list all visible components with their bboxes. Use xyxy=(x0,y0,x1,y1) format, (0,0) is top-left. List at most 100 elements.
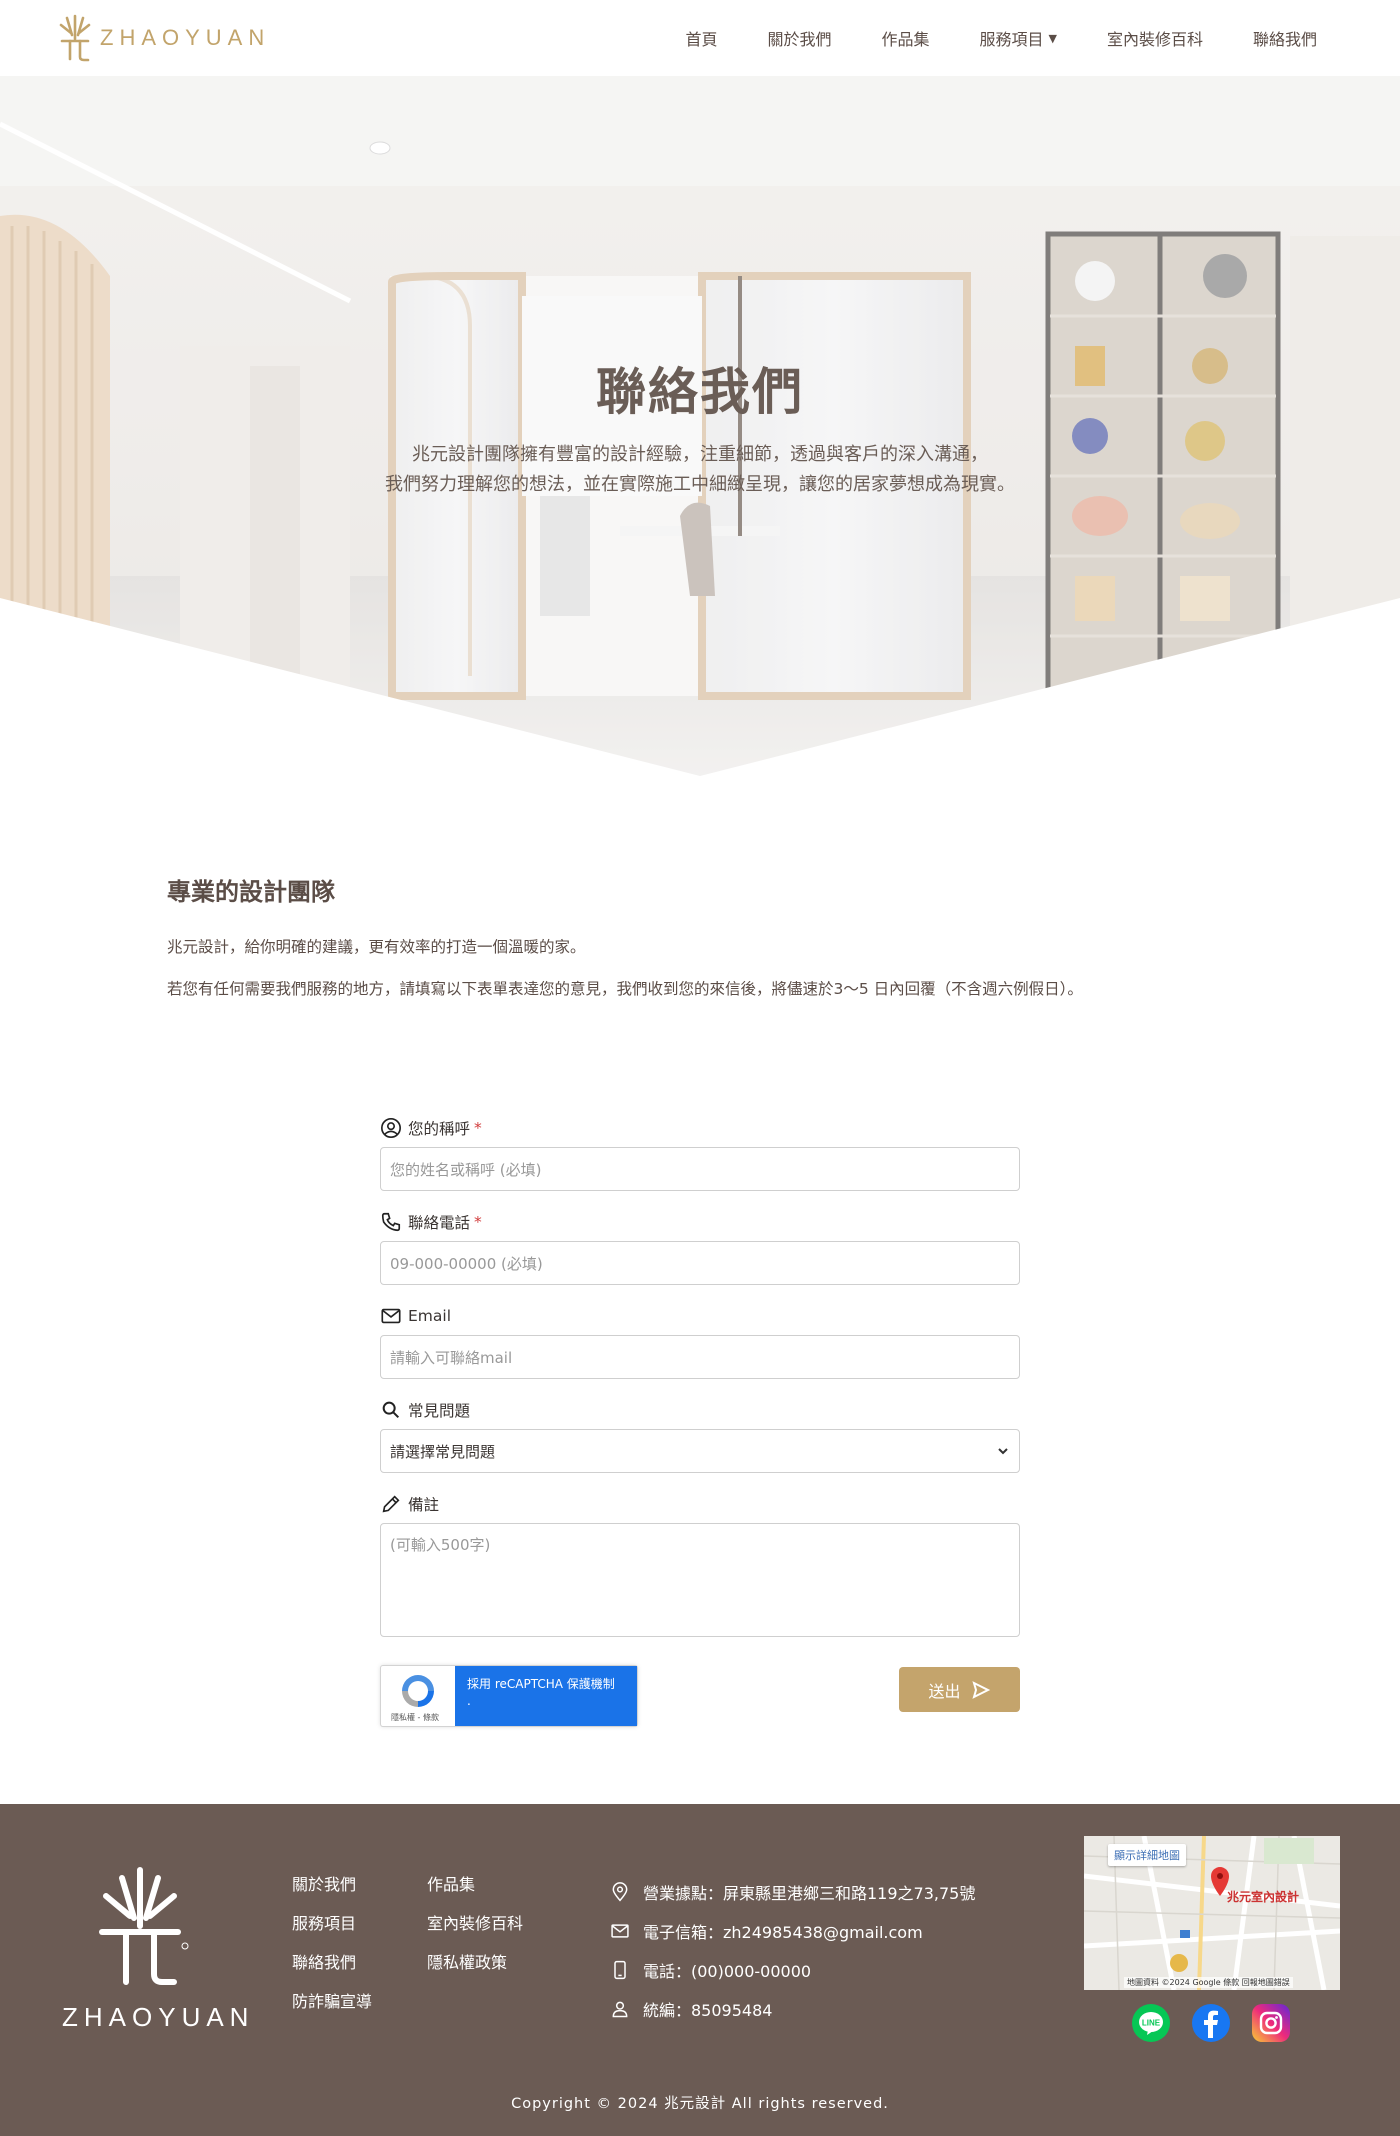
email-input[interactable]: 請輸入可聯絡mail xyxy=(380,1335,1020,1379)
facebook-icon[interactable] xyxy=(1192,2004,1230,2042)
intro-paragraph-1: 兆元設計，給你明確的建議，更有效率的打造一個溫暖的家。 xyxy=(167,938,586,956)
send-icon xyxy=(971,1680,990,1699)
mail-icon xyxy=(611,1923,629,1938)
note-label: 備註 xyxy=(380,1491,1020,1517)
site-footer: ZHAOYUAN 關於我們 服務項目 聯絡我們 防詐騙宣導 作品集 室內裝修百科… xyxy=(0,1804,1400,2136)
intro-heading: 專業的設計團隊 xyxy=(167,878,335,906)
footer-logo[interactable]: ZHAOYUAN xyxy=(62,1864,255,2033)
recaptcha-text-label: 採用 reCAPTCHA 保護機制 xyxy=(467,1677,615,1691)
hero-banner: 聯絡我們 兆元設計團隊擁有豐富的設計經驗，注重細節，透過與客戶的深入溝通， 我們… xyxy=(0,76,1400,776)
nav-label: 首頁 xyxy=(685,30,718,49)
name-placeholder: 您的姓名或稱呼 (必填) xyxy=(390,1160,542,1179)
footer-link-services[interactable]: 服務項目 xyxy=(292,1911,372,1950)
submit-label: 送出 xyxy=(928,1681,961,1701)
facebook-logo xyxy=(1204,2010,1218,2038)
search-icon xyxy=(382,1401,400,1419)
site-header: ZHAOYUAN 首頁 關於我們 作品集 服務項目 ▼ 室內裝修百科 聯絡我們 xyxy=(0,0,1400,76)
email-text[interactable]: 電子信箱：zh24985438@gmail.com xyxy=(643,1919,923,1943)
phone-text: 電話：(00)000-00000 xyxy=(643,1961,812,1981)
hero-subtitle: 兆元設計團隊擁有豐富的設計經驗，注重細節，透過與客戶的深入溝通， 我們努力理解您… xyxy=(0,440,1400,500)
footer-link-encyclopedia[interactable]: 室內裝修百科 xyxy=(427,1911,523,1950)
intro-paragraph-2: 若您有任何需要我們服務的地方，請填寫以下表單表達您的意見，我們收到您的來信後，將… xyxy=(167,980,1083,998)
name-label: 您的稱呼 * xyxy=(380,1115,1020,1141)
tax-id-text: 統編：85095484 xyxy=(643,2000,773,2020)
instagram-logo xyxy=(1259,2011,1283,2035)
nav-services[interactable]: 服務項目 ▼ xyxy=(954,26,1081,50)
location-pin-icon xyxy=(612,1881,628,1901)
zhaoyuan-logo-mark-icon xyxy=(99,1867,189,1985)
page-title: 聯絡我們 xyxy=(596,363,804,421)
nav-label: 室內裝修百科 xyxy=(1106,30,1203,49)
faq-selected-value: 請選擇常見問題 xyxy=(390,1442,496,1461)
form-actions: 隱私權 - 條款 採用 reCAPTCHA 保護機制. 送出 xyxy=(380,1655,1020,1735)
line-logo: LINE xyxy=(1139,2012,1163,2035)
intro-section: 專業的設計團隊 兆元設計，給你明確的建議，更有效率的打造一個溫暖的家。 若您有任… xyxy=(167,872,1233,1019)
user-circle-icon xyxy=(381,1118,401,1138)
recaptcha-icon xyxy=(402,1675,434,1707)
nav-about[interactable]: 關於我們 xyxy=(742,26,856,50)
phone-label-text: 聯絡電話 xyxy=(408,1214,471,1232)
zhaoyuan-logo-mark-icon xyxy=(59,14,91,62)
required-mark: * xyxy=(474,1119,482,1137)
social-links: LINE xyxy=(1132,2004,1290,2042)
nav-label: 聯絡我們 xyxy=(1252,30,1317,49)
mobile-phone-icon xyxy=(614,1960,626,1979)
footer-email: 電子信箱：zh24985438@gmail.com xyxy=(610,1911,975,1950)
google-map[interactable]: 顯示詳細地圖 兆元室內設計 地圖資料 ©2024 Google 條款 回報地圖錯… xyxy=(1084,1836,1340,1990)
address-text: 營業據點：屏東縣里港鄉三和路119之73,75號 xyxy=(643,1883,976,1903)
site-logo[interactable]: ZHAOYUAN xyxy=(58,12,270,64)
faq-label: 常見問題 xyxy=(380,1397,1020,1423)
nav-label: 關於我們 xyxy=(767,30,832,49)
logo-text: ZHAOYUAN xyxy=(100,25,271,50)
svg-text:LINE: LINE xyxy=(1142,2019,1161,2028)
recaptcha-logo: 隱私權 - 條款 xyxy=(381,1666,455,1726)
contact-form: 您的稱呼 * 您的姓名或稱呼 (必填) 聯絡電話 * 09-000-00000 (必… xyxy=(380,1115,1020,1735)
note-label-text: 備註 xyxy=(408,1496,440,1514)
nav-portfolio[interactable]: 作品集 xyxy=(856,26,954,50)
note-textarea[interactable]: (可輸入500字) xyxy=(380,1523,1020,1637)
recaptcha-text: 採用 reCAPTCHA 保護機制. xyxy=(455,1666,637,1726)
footer-link-portfolio[interactable]: 作品集 xyxy=(427,1872,523,1911)
email-label-text: Email xyxy=(408,1307,452,1325)
pencil-icon xyxy=(382,1495,400,1513)
hero-subtitle-line2: 我們努力理解您的想法，並在實際施工中細緻呈現，讓您的居家夢想成為現實。 xyxy=(385,474,1015,495)
faq-select[interactable]: 請選擇常見問題 xyxy=(380,1429,1020,1473)
phone-input[interactable]: 09-000-00000 (必填) xyxy=(380,1241,1020,1285)
nav-home[interactable]: 首頁 xyxy=(660,26,742,50)
footer-address: 營業據點：屏東縣里港鄉三和路119之73,75號 xyxy=(610,1872,975,1911)
footer-links-col1: 關於我們 服務項目 聯絡我們 防詐騙宣導 xyxy=(292,1872,372,2028)
phone-icon xyxy=(381,1212,401,1232)
hero-subtitle-line1: 兆元設計團隊擁有豐富的設計經驗，注重細節，透過與客戶的深入溝通， xyxy=(412,444,988,465)
name-label-text: 您的稱呼 xyxy=(408,1120,471,1138)
nav-label: 作品集 xyxy=(881,30,930,49)
phone-label: 聯絡電話 * xyxy=(380,1209,1020,1235)
map-view-larger-link[interactable]: 顯示詳細地圖 xyxy=(1108,1844,1186,1866)
nav-encyclopedia[interactable]: 室內裝修百科 xyxy=(1082,26,1228,50)
footer-link-about[interactable]: 關於我們 xyxy=(292,1872,372,1911)
footer-contact-info: 營業據點：屏東縣里港鄉三和路119之73,75號 電子信箱：zh24985438… xyxy=(610,1872,975,2028)
footer-link-contact[interactable]: 聯絡我們 xyxy=(292,1950,372,1989)
map-credit: 地圖資料 ©2024 Google 條款 回報地圖錯誤 xyxy=(1124,1977,1293,1988)
line-icon[interactable]: LINE xyxy=(1132,2004,1170,2042)
nav-label: 服務項目 xyxy=(979,30,1044,49)
note-placeholder: (可輸入500字) xyxy=(390,1536,491,1554)
phone-placeholder: 09-000-00000 (必填) xyxy=(390,1254,543,1273)
main-nav: 首頁 關於我們 作品集 服務項目 ▼ 室內裝修百科 聯絡我們 xyxy=(660,0,1342,76)
user-icon xyxy=(612,2001,628,2017)
submit-button[interactable]: 送出 xyxy=(899,1667,1020,1712)
footer-link-privacy[interactable]: 隱私權政策 xyxy=(427,1950,523,1989)
instagram-icon[interactable] xyxy=(1252,2004,1290,2042)
recaptcha-privacy-link[interactable]: 隱私權 - 條款 xyxy=(391,1712,439,1723)
required-mark: * xyxy=(474,1213,482,1231)
footer-tax-id: 統編：85095484 xyxy=(610,1989,975,2028)
footer-link-anti-fraud[interactable]: 防詐騙宣導 xyxy=(292,1989,372,2028)
name-input[interactable]: 您的姓名或稱呼 (必填) xyxy=(380,1147,1020,1191)
mail-icon xyxy=(381,1308,401,1324)
footer-links-col2: 作品集 室內裝修百科 隱私權政策 xyxy=(427,1872,523,1989)
map-place-label: 兆元室內設計 xyxy=(1227,1890,1300,1904)
copyright-text: Copyright © 2024 兆元設計 All rights reserve… xyxy=(511,2096,889,2112)
caret-down-icon: ▼ xyxy=(1048,31,1057,45)
recaptcha-badge[interactable]: 隱私權 - 條款 採用 reCAPTCHA 保護機制. xyxy=(380,1665,638,1727)
nav-contact[interactable]: 聯絡我們 xyxy=(1228,26,1342,50)
footer-logo-text: ZHAOYUAN xyxy=(62,2002,255,2032)
